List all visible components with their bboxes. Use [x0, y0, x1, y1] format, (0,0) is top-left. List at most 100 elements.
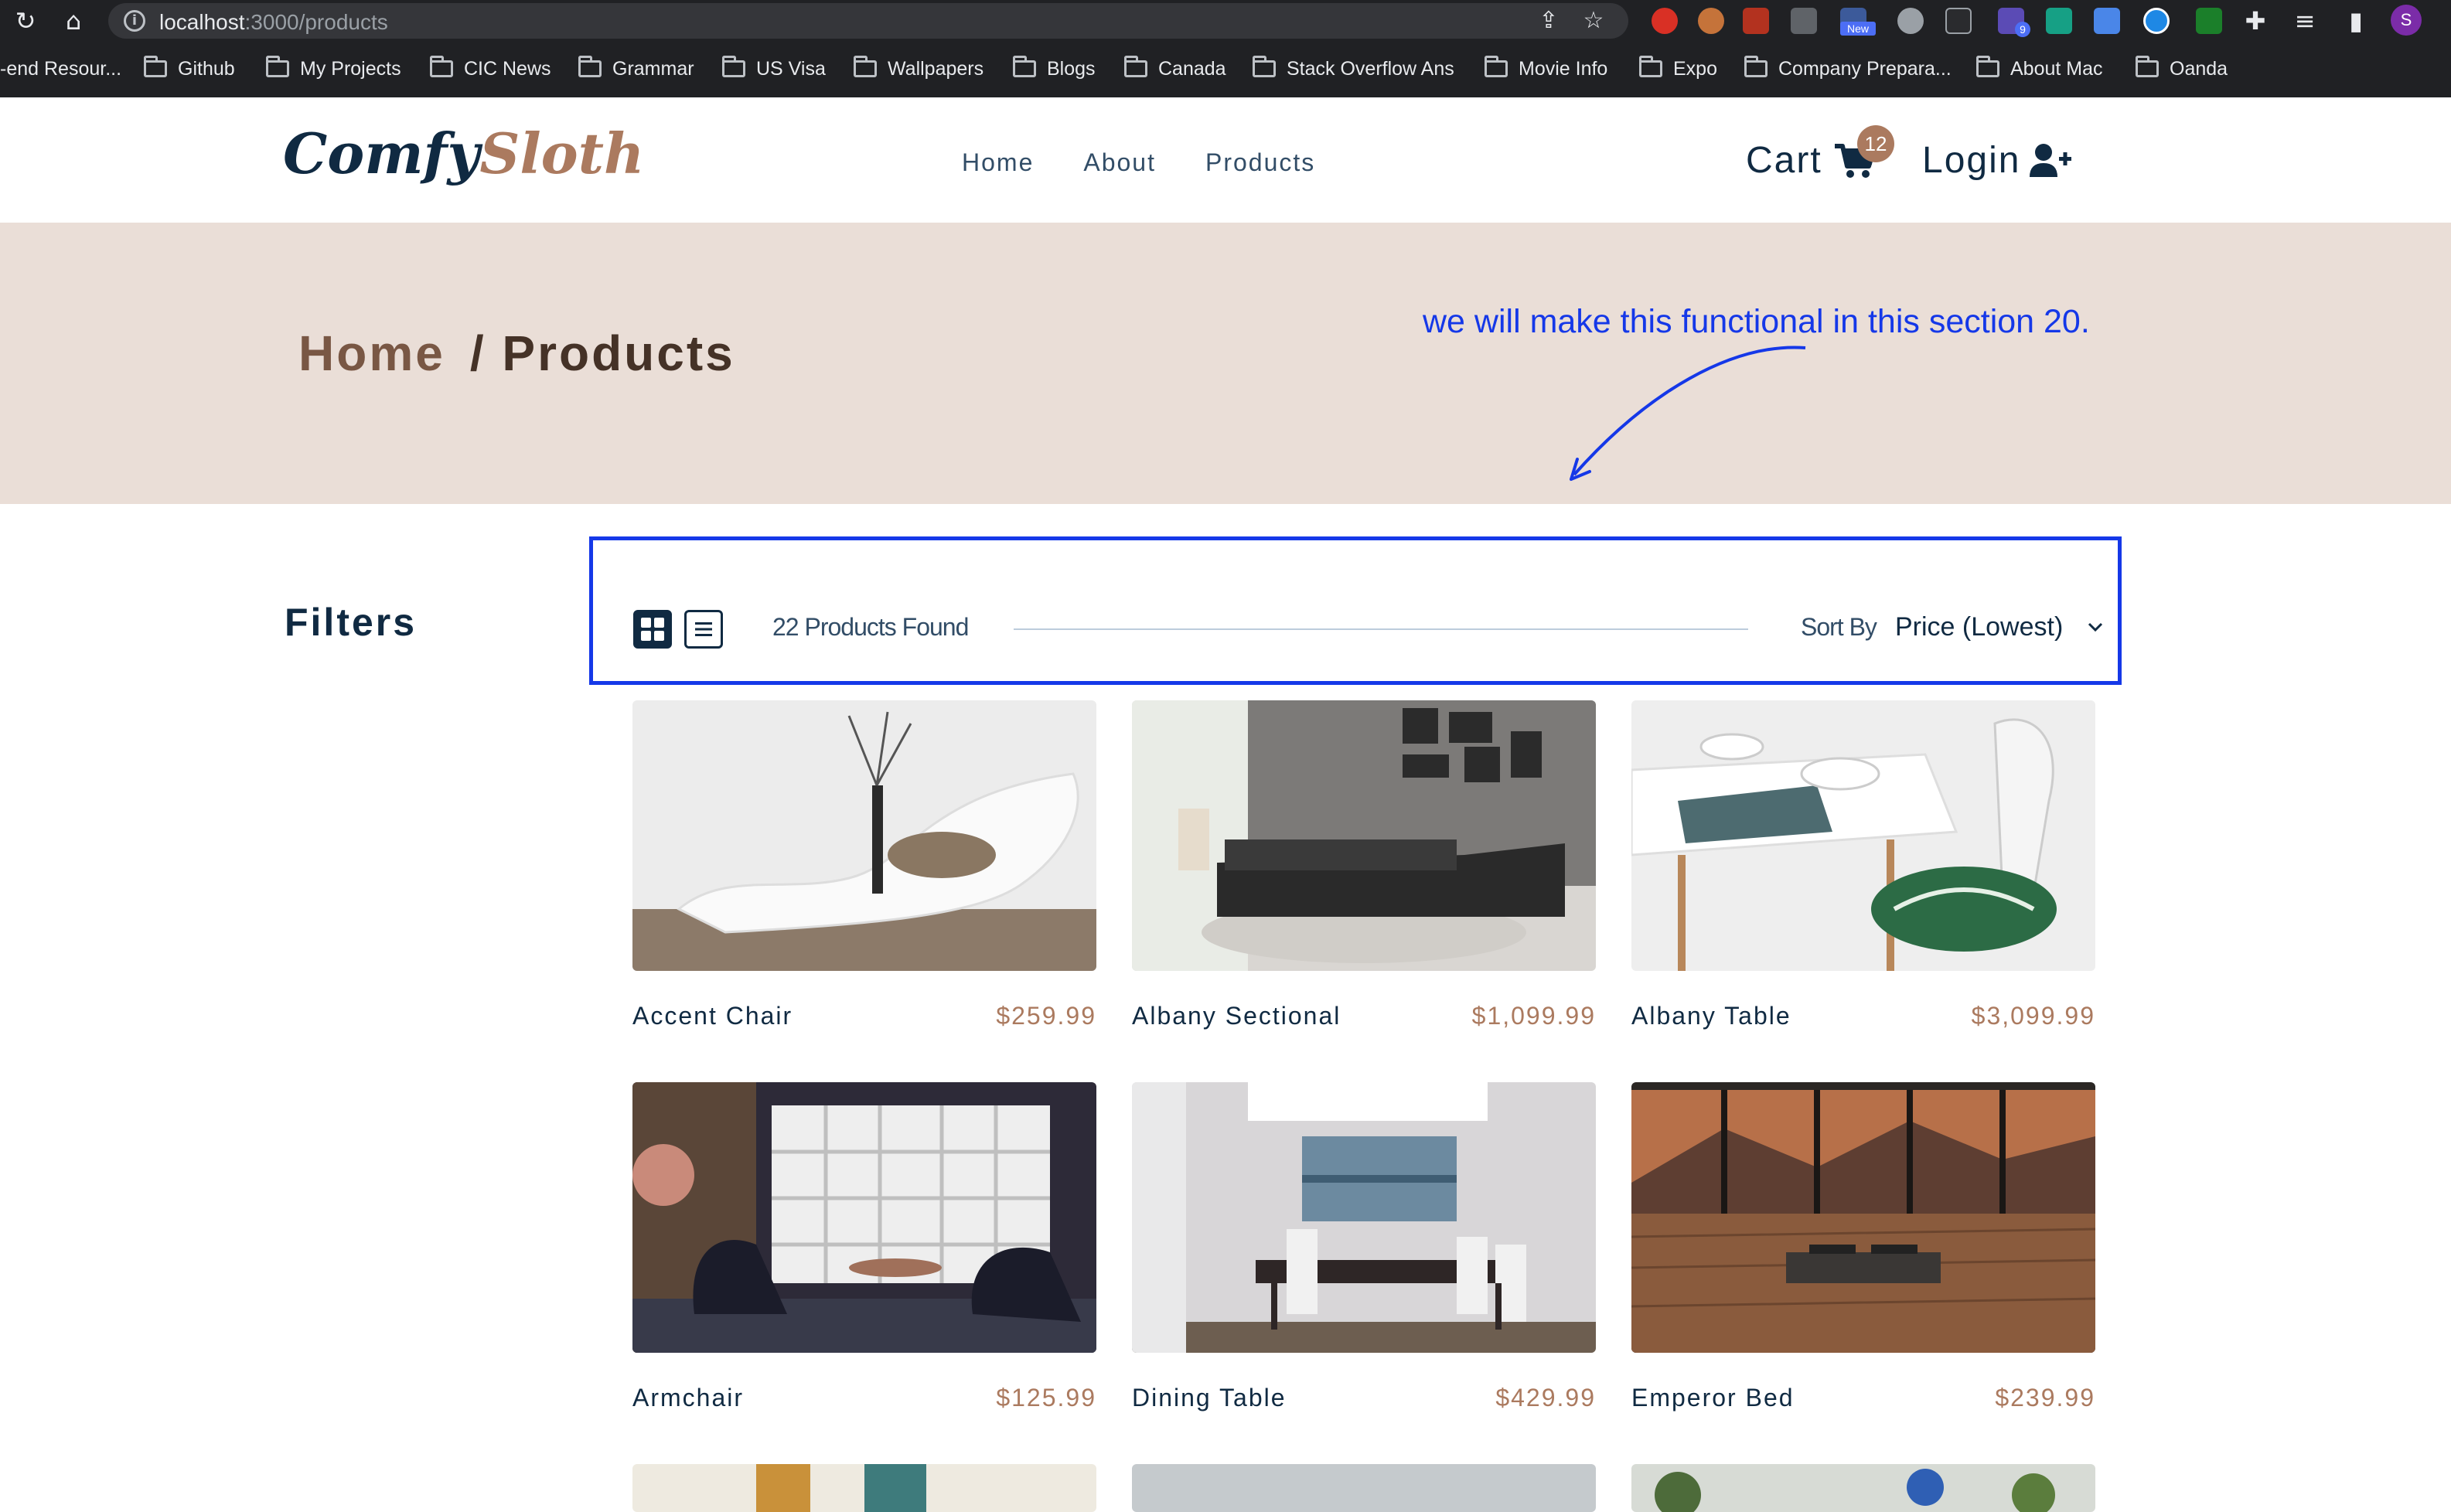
extension-icon[interactable]: [2046, 8, 2072, 34]
bookmark-folder[interactable]: US Visa: [722, 56, 826, 82]
cloud-extension-icon[interactable]: [1897, 8, 1924, 34]
product-name: Albany Table: [1631, 1002, 1791, 1030]
product-image[interactable]: [632, 1464, 1096, 1512]
product-image[interactable]: [632, 1082, 1096, 1353]
chevron-down-icon: [2088, 622, 2103, 632]
url-text[interactable]: localhost:3000/products: [159, 10, 388, 35]
bookmark-folder[interactable]: CIC News: [430, 56, 551, 82]
folder-icon: [1485, 56, 1508, 77]
folder-icon: [266, 56, 289, 77]
product-price: $3,099.99: [1971, 1002, 2095, 1030]
product-price: $259.99: [996, 1002, 1096, 1030]
product-card[interactable]: [1132, 1464, 1596, 1512]
profile-avatar[interactable]: S: [2391, 5, 2422, 36]
user-plus-icon: [2030, 143, 2072, 177]
bookmark-folder[interactable]: Grammar: [578, 56, 694, 82]
reload-icon[interactable]: ↻: [11, 6, 40, 36]
address-bar[interactable]: i localhost:3000/products ⇪ ☆: [108, 3, 1628, 39]
grid-icon: [641, 618, 664, 641]
bookmark-item[interactable]: -end Resour...: [0, 56, 121, 82]
bookmark-folder[interactable]: Company Prepara...: [1744, 56, 1952, 82]
extension-icon[interactable]: [1945, 8, 1972, 34]
product-name: Accent Chair: [632, 1002, 793, 1030]
sort-bar: 22 Products Found Sort By Price (Lowest): [589, 536, 2122, 685]
extension-icon[interactable]: 9: [1998, 8, 2030, 37]
bookmark-folder[interactable]: Wallpapers: [854, 56, 983, 82]
sort-label: Sort By: [1801, 613, 1877, 641]
folder-icon: [1744, 56, 1768, 77]
grid-view-button[interactable]: [633, 610, 672, 649]
extension-icon[interactable]: [2094, 8, 2120, 34]
site-navbar: ComfySloth Home About Products Cart 12 L…: [0, 97, 2451, 223]
folder-icon: [1253, 56, 1276, 77]
list-view-button[interactable]: [684, 610, 723, 649]
page-hero: Home / Products we will make this functio…: [0, 223, 2451, 504]
product-price: $125.99: [996, 1384, 1096, 1412]
product-price: $239.99: [1995, 1384, 2095, 1412]
product-name: Albany Sectional: [1132, 1002, 1341, 1030]
filters-title: Filters: [285, 601, 418, 644]
cart-count-badge: 12: [1857, 125, 1894, 162]
bookmark-folder[interactable]: About Mac: [1976, 56, 2103, 82]
folder-icon: [854, 56, 877, 77]
breadcrumb-home-link[interactable]: Home: [298, 325, 445, 381]
extension-icon[interactable]: [1743, 8, 1769, 34]
folder-icon: [1639, 56, 1662, 77]
bookmark-folder[interactable]: Expo: [1639, 56, 1717, 82]
login-label: Login: [1922, 140, 2021, 181]
sort-select[interactable]: Price (Lowest): [1895, 610, 2104, 644]
product-image[interactable]: [1631, 1082, 2095, 1353]
product-name: Emperor Bed: [1631, 1384, 1795, 1412]
folder-icon: [144, 56, 167, 77]
product-price: $1,099.99: [1471, 1002, 1596, 1030]
products-found-count: 22 Products Found: [772, 613, 969, 641]
product-image[interactable]: [1631, 700, 2095, 971]
bookmarks-bar: -end Resour... Github My Projects CIC Ne…: [0, 48, 2451, 90]
nav-links: Home About Products: [962, 148, 1365, 177]
product-card[interactable]: [1631, 1464, 2095, 1512]
folder-icon: [1976, 56, 1999, 77]
sort-selected-value: Price (Lowest): [1895, 611, 2064, 642]
side-panel-icon[interactable]: ▮: [2341, 6, 2371, 36]
product-image[interactable]: [1132, 1464, 1596, 1512]
product-image[interactable]: [632, 700, 1096, 971]
cookie-extension-icon[interactable]: [1698, 8, 1724, 34]
login-button[interactable]: Login: [1922, 139, 2073, 182]
bookmark-folder[interactable]: Blogs: [1013, 56, 1096, 82]
bookmark-folder[interactable]: Github: [144, 56, 235, 82]
extension-icon[interactable]: [1652, 8, 1678, 34]
share-icon[interactable]: ⇪: [1536, 8, 1562, 34]
puzzle-extensions-icon[interactable]: ✚: [2241, 6, 2270, 36]
site-info-icon[interactable]: i: [124, 10, 145, 32]
product-image[interactable]: [1132, 700, 1596, 971]
bookmark-star-icon[interactable]: ☆: [1580, 8, 1607, 34]
download-extension-icon[interactable]: [2196, 8, 2222, 34]
site-logo[interactable]: ComfySloth: [283, 121, 644, 186]
product-image[interactable]: [1631, 1464, 2095, 1512]
product-image[interactable]: [1132, 1082, 1596, 1353]
nav-link-about[interactable]: About: [1083, 148, 1156, 177]
folder-icon: [722, 56, 745, 77]
bookmark-folder[interactable]: My Projects: [266, 56, 401, 82]
bookmark-folder[interactable]: Movie Info: [1485, 56, 1607, 82]
bookmark-folder[interactable]: Canada: [1124, 56, 1226, 82]
browser-chrome: ↻ ⌂ i localhost:3000/products ⇪ ☆ New 9 …: [0, 0, 2451, 97]
product-card[interactable]: [632, 1464, 1096, 1512]
folder-icon: [578, 56, 602, 77]
breadcrumb: Home / Products: [298, 325, 735, 382]
annotation-note: we will make this functional in this sec…: [1423, 303, 2090, 340]
bookmark-folder[interactable]: Stack Overflow Ans: [1253, 56, 1454, 82]
folder-icon: [1013, 56, 1036, 77]
extension-icon[interactable]: New: [1840, 8, 1876, 36]
extension-icon[interactable]: [2143, 8, 2170, 34]
folder-icon: [1124, 56, 1147, 77]
new-badge: New: [1840, 22, 1876, 36]
media-control-icon[interactable]: ≡: [2290, 6, 2320, 36]
breadcrumb-current: / Products: [469, 325, 735, 381]
nav-link-home[interactable]: Home: [962, 148, 1034, 177]
nav-link-products[interactable]: Products: [1205, 148, 1315, 177]
home-icon[interactable]: ⌂: [59, 6, 88, 36]
bookmark-folder[interactable]: Oanda: [2136, 56, 2228, 82]
pen-extension-icon[interactable]: [1791, 8, 1817, 34]
extension-count-badge: 9: [2015, 22, 2030, 37]
